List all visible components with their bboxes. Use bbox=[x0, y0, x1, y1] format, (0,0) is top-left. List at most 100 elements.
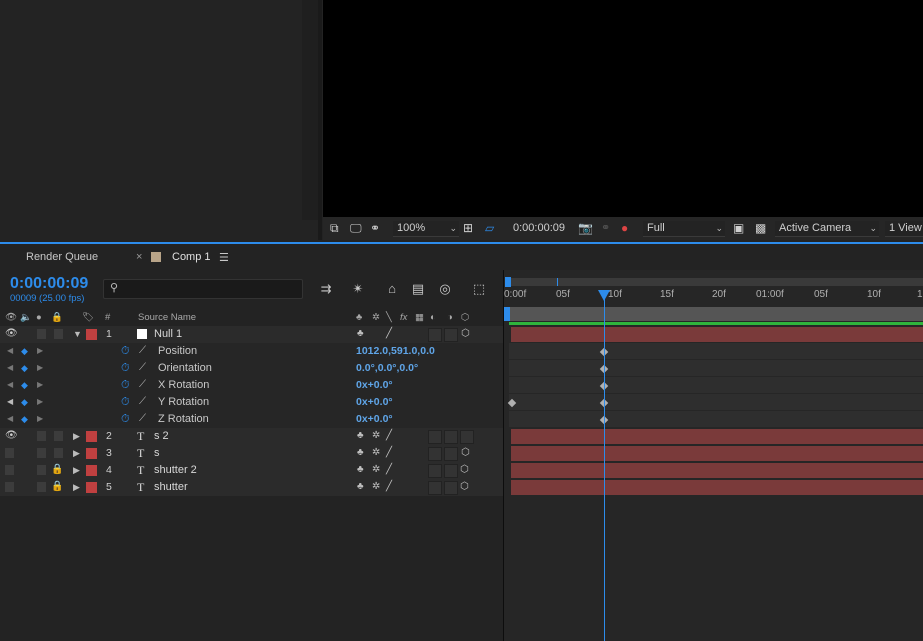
graph-icon[interactable]: ⟋ bbox=[139, 343, 146, 359]
work-area-bar[interactable] bbox=[509, 307, 923, 321]
motion-blur-icon[interactable]: ◎ bbox=[437, 281, 453, 297]
quality-icon[interactable]: ╱ bbox=[386, 326, 392, 342]
prev-keyframe-icon[interactable]: ◀ bbox=[7, 394, 13, 410]
add-keyframe-icon[interactable]: ◆ bbox=[21, 411, 28, 427]
timeline-splitter[interactable] bbox=[503, 270, 504, 641]
layer-name[interactable]: shutter bbox=[154, 479, 188, 495]
shy-layers-icon[interactable]: ⌂ bbox=[384, 281, 400, 297]
current-time-indicator-line[interactable] bbox=[604, 293, 605, 641]
label-color-swatch[interactable] bbox=[86, 482, 97, 493]
monitor-icon[interactable]: 🖵 bbox=[350, 221, 362, 236]
draft-3d-icon[interactable]: ✴ bbox=[350, 281, 366, 297]
layer-row[interactable]: 🔒 ▶ 4 T shutter 2 ♣ ✲ ╱ ⬡ bbox=[0, 462, 503, 479]
layer-row[interactable]: ▶ 3 T s ♣ ✲ ╱ ⬡ bbox=[0, 445, 503, 462]
lock-switch[interactable] bbox=[54, 329, 63, 339]
grid-guides-icon[interactable]: ⊞ bbox=[463, 221, 473, 236]
mask-visibility-icon[interactable]: ⚭ bbox=[370, 221, 380, 236]
lock-switch[interactable] bbox=[54, 448, 63, 458]
layer-name[interactable]: shutter 2 bbox=[154, 462, 197, 478]
property-track[interactable] bbox=[509, 411, 923, 427]
visibility-eye-icon[interactable]: 👁 bbox=[5, 428, 18, 444]
camera-dropdown[interactable]: Active Camera ⌄ bbox=[775, 221, 879, 237]
shy-icon[interactable]: ♣ bbox=[357, 326, 364, 342]
visibility-switch[interactable] bbox=[5, 465, 14, 475]
panel-menu-icon[interactable]: ☰ bbox=[219, 251, 229, 264]
add-keyframe-icon[interactable]: ◆ bbox=[21, 360, 28, 376]
stopwatch-icon[interactable]: ⏱ bbox=[121, 360, 130, 376]
shy-icon[interactable]: ♣ bbox=[357, 428, 364, 444]
motion-blur-switch[interactable] bbox=[444, 328, 458, 342]
quality-icon[interactable]: ╱ bbox=[386, 445, 392, 461]
quality-icon[interactable]: ╱ bbox=[386, 428, 392, 444]
stopwatch-icon[interactable]: ⏱ bbox=[121, 377, 130, 393]
graph-icon[interactable]: ⟋ bbox=[139, 411, 146, 427]
3d-layer-switch-icon[interactable]: ⬡ bbox=[461, 312, 469, 323]
solo-switch[interactable] bbox=[37, 329, 46, 339]
shy-icon[interactable]: ♣ bbox=[357, 445, 364, 461]
lock-icon[interactable]: 🔒 bbox=[51, 479, 63, 495]
3d-layer-icon[interactable]: ⬡ bbox=[461, 326, 470, 342]
close-tab-icon[interactable]: × bbox=[136, 251, 142, 263]
expand-triangle-icon[interactable]: ▶ bbox=[73, 428, 80, 444]
prev-keyframe-icon[interactable]: ◀ bbox=[7, 411, 13, 427]
property-track[interactable] bbox=[509, 360, 923, 376]
label-color-swatch[interactable] bbox=[86, 448, 97, 459]
snapshot-icon[interactable]: 📷 bbox=[578, 221, 593, 236]
layer-name[interactable]: Null 1 bbox=[154, 326, 182, 342]
solo-switch[interactable] bbox=[37, 465, 46, 475]
prev-keyframe-icon[interactable]: ◀ bbox=[7, 343, 13, 359]
solo-switch[interactable] bbox=[37, 482, 46, 492]
current-time-indicator[interactable] bbox=[598, 290, 610, 301]
quality-icon[interactable]: ╱ bbox=[386, 462, 392, 478]
collapse-icon[interactable]: ✲ bbox=[372, 445, 380, 461]
solo-switch[interactable] bbox=[37, 431, 46, 441]
quality-icon[interactable]: ╱ bbox=[386, 479, 392, 495]
expand-triangle-icon[interactable]: ▼ bbox=[73, 326, 82, 342]
layer-duration-bar[interactable] bbox=[511, 327, 923, 342]
motion-blur-switch-icon[interactable]: ◐ bbox=[430, 312, 436, 323]
stopwatch-icon[interactable]: ⏱ bbox=[121, 394, 130, 410]
next-keyframe-icon[interactable]: ▶ bbox=[37, 394, 43, 410]
expand-triangle-icon[interactable]: ▶ bbox=[73, 479, 80, 495]
lock-icon[interactable]: 🔒 bbox=[51, 312, 63, 323]
solo-switch[interactable] bbox=[37, 448, 46, 458]
next-keyframe-icon[interactable]: ▶ bbox=[37, 411, 43, 427]
resolution-dropdown[interactable]: Full ⌄ bbox=[643, 221, 725, 237]
work-area-start-handle[interactable] bbox=[504, 307, 510, 321]
current-time-display[interactable]: 0:00:00:09 bbox=[10, 275, 88, 293]
layer-duration-bar[interactable] bbox=[511, 463, 923, 478]
frame-blend-switch[interactable] bbox=[428, 481, 442, 495]
add-keyframe-icon[interactable]: ◆ bbox=[21, 377, 28, 393]
navigator-start-handle[interactable] bbox=[505, 277, 511, 287]
solo-icon[interactable]: ● bbox=[36, 312, 42, 323]
layer-row[interactable]: 👁 ▶ 2 T s 2 ♣ ✲ ╱ bbox=[0, 428, 503, 445]
label-color-swatch[interactable] bbox=[86, 465, 97, 476]
graph-icon[interactable]: ⟋ bbox=[139, 360, 146, 376]
views-dropdown[interactable]: 1 View bbox=[885, 221, 923, 237]
visibility-switch[interactable] bbox=[5, 448, 14, 458]
shy-switch-icon[interactable]: ♣ bbox=[356, 312, 362, 323]
frame-blend-switch-icon[interactable]: ▦ bbox=[415, 312, 424, 323]
lock-icon[interactable]: 🔒 bbox=[51, 462, 63, 478]
layer-search-input[interactable]: ⚲ bbox=[103, 279, 303, 299]
project-panel-scrollbar[interactable] bbox=[302, 0, 318, 220]
next-keyframe-icon[interactable]: ▶ bbox=[37, 360, 43, 376]
fast-previews-icon[interactable]: ▣ bbox=[733, 221, 744, 236]
next-keyframe-icon[interactable]: ▶ bbox=[37, 377, 43, 393]
3d-layer-icon[interactable]: ⬡ bbox=[461, 445, 470, 461]
property-value[interactable]: 0x+0.0° bbox=[356, 377, 393, 394]
visibility-switch[interactable] bbox=[5, 482, 14, 492]
time-navigator[interactable] bbox=[505, 277, 923, 287]
source-name-column-header[interactable]: Source Name bbox=[138, 312, 196, 323]
motion-blur-switch[interactable] bbox=[444, 447, 458, 461]
layer-name[interactable]: s 2 bbox=[154, 428, 169, 444]
label-color-swatch[interactable] bbox=[86, 329, 97, 340]
property-value[interactable]: 0.0°,0.0°,0.0° bbox=[356, 360, 418, 377]
frame-blend-switch[interactable] bbox=[428, 430, 442, 444]
next-keyframe-icon[interactable]: ▶ bbox=[37, 343, 43, 359]
video-eye-icon[interactable]: 👁 bbox=[5, 312, 17, 323]
prev-keyframe-icon[interactable]: ◀ bbox=[7, 377, 13, 393]
composition-flowchart-icon[interactable]: ⇉ bbox=[318, 281, 334, 297]
number-column-header[interactable]: # bbox=[105, 312, 110, 323]
adjustment-layer-switch-icon[interactable]: ◑ bbox=[447, 312, 453, 323]
